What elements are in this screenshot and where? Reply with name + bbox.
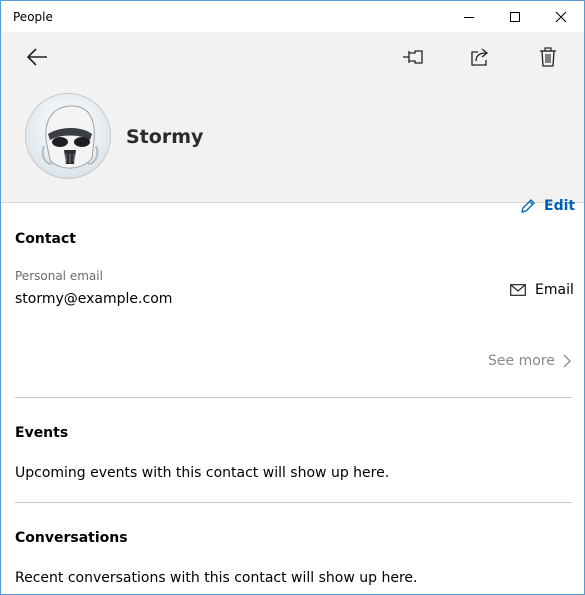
close-icon [555,11,567,22]
edit-button[interactable]: Edit [520,198,575,214]
events-empty-text: Upcoming events with this contact will s… [15,465,390,481]
conversations-section-title: Conversations [15,530,128,546]
section-divider [15,502,572,503]
trash-icon [540,47,556,67]
share-button[interactable] [458,38,502,76]
stormtrooper-helmet-icon [41,105,99,169]
close-button[interactable] [538,1,584,32]
email-button-label: Email [535,282,574,298]
pencil-icon [521,199,535,213]
personal-email-label: Personal email [15,269,103,283]
edit-label: Edit [544,198,576,214]
personal-email-value[interactable]: stormy@example.com [15,291,172,307]
pin-icon [403,50,423,64]
maximize-icon [510,11,520,22]
chevron-right-icon [563,354,571,368]
minimize-icon [464,16,474,18]
avatar [25,93,111,179]
pin-button[interactable] [391,38,435,76]
see-more-label: See more [488,353,555,369]
arrow-left-icon [26,48,47,66]
events-section-title: Events [15,425,69,441]
maximize-button[interactable] [492,1,538,32]
mail-icon [510,284,526,296]
people-window: People Stormy Contact Edit Personal emai… [0,0,585,595]
window-title: People [13,10,53,24]
email-button[interactable]: Email [510,282,574,298]
section-divider [15,397,572,398]
contact-name: Stormy [126,126,204,148]
contact-section-title: Contact [15,231,76,247]
see-more-button[interactable]: See more [488,353,571,369]
share-icon [471,48,489,66]
title-bar: People [1,1,584,32]
back-button[interactable] [15,38,59,76]
conversations-empty-text: Recent conversations with this contact w… [15,570,418,586]
contact-header: Stormy [1,32,584,203]
delete-button[interactable] [526,38,570,76]
minimize-button[interactable] [446,1,492,32]
